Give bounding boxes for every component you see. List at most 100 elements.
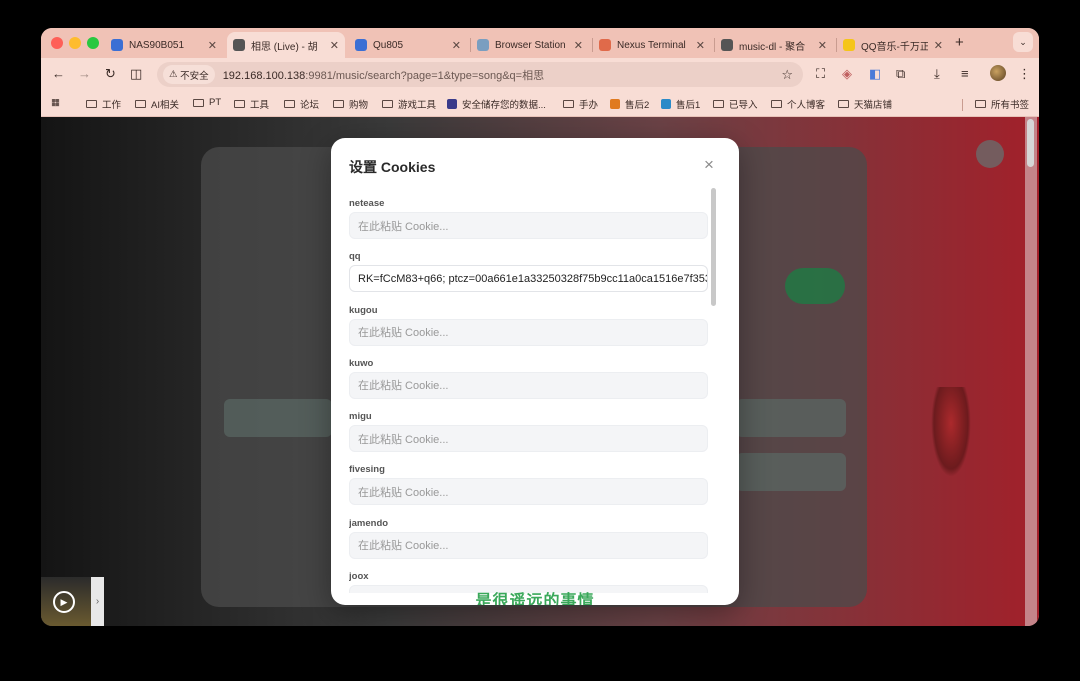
cookie-input[interactable]: 在此粘贴 Cookie... (349, 371, 708, 399)
tab-4[interactable]: Nexus Terminal ✕ (593, 32, 711, 58)
apps-grid-icon[interactable]: ▦ (51, 97, 60, 108)
bookmark-label: 所有书签 (991, 100, 1030, 111)
bookmark-4[interactable]: 论坛 (284, 97, 319, 111)
field-label: kugou (349, 304, 378, 316)
folder-icon (563, 100, 574, 108)
cookie-field-migu: migu 在此粘贴 Cookie... (349, 401, 709, 454)
tab-close-icon[interactable]: ✕ (330, 39, 339, 52)
cookie-input[interactable]: 在此粘贴 Cookie... (349, 531, 708, 559)
split-view-icon[interactable]: ◫ (130, 66, 142, 82)
browser-toolbar: ← → ↻ ◫ ⚠ 不安全 192.168.100.138:9981/music… (41, 58, 1039, 90)
close-window-button[interactable] (51, 37, 63, 49)
cookie-input[interactable]: 在此粘贴 Cookie... (349, 212, 708, 239)
background-row (736, 453, 846, 491)
bookmark-label: 论坛 (300, 100, 320, 111)
download-icon[interactable]: ⤓ (934, 66, 940, 82)
background-row (736, 399, 846, 437)
tab-close-icon[interactable]: ✕ (696, 39, 705, 52)
bookmark-3[interactable]: 工具 (234, 97, 269, 111)
tab-3[interactable]: Browser Station ✕ (471, 32, 589, 58)
bookmark-7[interactable]: 安全储存您的数据... (447, 97, 546, 111)
back-button[interactable]: ← (52, 66, 65, 81)
insecure-label: 不安全 (180, 70, 209, 82)
bookmark-12[interactable]: 个人博客 (771, 97, 825, 111)
bookmark-label: 天猫店铺 (854, 100, 893, 111)
folder-icon (333, 100, 344, 108)
tab-close-icon[interactable]: ✕ (574, 39, 583, 52)
cookie-input[interactable]: 在此粘贴 Cookie... (349, 425, 708, 453)
bookmark-14[interactable]: 所有书签 (975, 97, 1029, 111)
site-favicon-icon (610, 99, 620, 109)
tab-close-icon[interactable]: ✕ (208, 39, 217, 52)
close-icon[interactable]: × (704, 155, 714, 175)
tab-title: QQ音乐-千万正版 (861, 41, 928, 53)
tab-close-icon[interactable]: ✕ (934, 39, 943, 52)
field-label: netease (349, 198, 385, 209)
bookmark-11[interactable]: 已导入 (713, 97, 758, 111)
menu-kebab-icon[interactable]: ⋮ (1018, 66, 1031, 82)
page-scrollbar-track[interactable] (1025, 117, 1037, 626)
field-label: fivesing (349, 464, 385, 476)
maximize-window-button[interactable] (87, 37, 99, 49)
bookmark-9[interactable]: 售后2 (610, 97, 649, 111)
folder-icon (193, 98, 204, 107)
tab-favicon-icon (233, 39, 245, 51)
new-tab-button[interactable]: + (955, 34, 964, 51)
page-scrollbar-thumb[interactable] (1027, 119, 1034, 167)
bookmark-star-icon[interactable]: ☆ (781, 67, 793, 83)
bookmark-13[interactable]: 天猫店铺 (838, 97, 892, 111)
background-settings-icon (976, 140, 1004, 168)
bookmark-label: PT (209, 97, 222, 108)
folder-icon (713, 100, 724, 108)
extension-icon[interactable]: ◈ (842, 66, 852, 82)
folder-icon (771, 100, 782, 108)
profile-avatar[interactable] (990, 65, 1006, 81)
field-label: kuwo (349, 357, 374, 369)
bookmark-8[interactable]: 手办 (563, 97, 598, 111)
play-icon[interactable]: ▶ (53, 591, 75, 613)
tab-0[interactable]: NAS90B051 ✕ (105, 32, 223, 58)
modal-scrollbar[interactable] (711, 188, 716, 306)
field-label: joox (349, 571, 369, 583)
extension-blue-icon[interactable]: ◧ (869, 66, 881, 82)
screenshot-icon[interactable]: ⛶ (816, 66, 825, 82)
tab-1[interactable]: 相思 (Live) - 胡 ✕ (227, 32, 345, 58)
mini-player[interactable]: ▶ (41, 577, 91, 626)
tab-strip: NAS90B051 ✕ 相思 (Live) - 胡 ✕ Qu805 ✕ Browser St… (41, 28, 1039, 58)
tab-favicon-icon (111, 39, 123, 51)
url-text[interactable]: 192.168.100.138:9981/music/search?page=1… (223, 67, 544, 83)
tab-close-icon[interactable]: ✕ (452, 39, 461, 52)
cookie-field-netease: netease 在此粘贴 Cookie... (349, 188, 709, 241)
tab-2[interactable]: Qu805 ✕ (349, 32, 467, 58)
cookie-input[interactable]: RK=fCcM83+q66; ptcz=00a661e1a33250328f75… (349, 265, 708, 293)
cookie-input[interactable]: 在此粘贴 Cookie... (349, 478, 708, 506)
tab-5[interactable]: music-dl - 聚合 ✕ (715, 32, 833, 58)
security-indicator[interactable]: ⚠ 不安全 (163, 65, 215, 84)
tab-6[interactable]: QQ音乐-千万正版 ✕ (837, 32, 949, 58)
folder-icon (975, 100, 986, 108)
folder-icon (234, 100, 245, 108)
bookmark-label: 工具 (250, 100, 270, 111)
minimize-window-button[interactable] (69, 37, 81, 49)
bookmark-2[interactable]: PT (193, 97, 221, 108)
bookmark-label: 已导入 (729, 100, 758, 111)
bookmark-10[interactable]: 售后1 (661, 97, 700, 111)
address-bar[interactable]: ⚠ 不安全 192.168.100.138:9981/music/search?… (157, 62, 803, 87)
cookie-field-jamendo: jamendo 在此粘贴 Cookie... (349, 508, 709, 561)
tab-close-icon[interactable]: ✕ (818, 39, 827, 52)
tab-search-button[interactable]: ⌄ (1013, 32, 1033, 52)
bookmark-6[interactable]: 游戏工具 (382, 97, 436, 111)
bookmark-5[interactable]: 购物 (333, 97, 368, 111)
bookmark-label: 售后2 (625, 100, 650, 111)
bookmark-0[interactable]: 工作 (86, 97, 121, 111)
tab-title: Qu805 (373, 39, 404, 51)
bookmark-1[interactable]: AI相关 (135, 97, 179, 111)
bookmark-label: 安全储存您的数据... (462, 100, 546, 111)
reload-button[interactable]: ↻ (105, 66, 116, 82)
cookie-input[interactable]: 在此粘贴 Cookie... (349, 318, 708, 346)
chevron-right-icon[interactable]: › (91, 577, 104, 626)
media-control-icon[interactable]: ≡ (961, 66, 969, 81)
folder-icon (382, 100, 393, 108)
extensions-puzzle-icon[interactable]: ⧉ (896, 66, 905, 82)
forward-button[interactable]: → (78, 66, 91, 81)
